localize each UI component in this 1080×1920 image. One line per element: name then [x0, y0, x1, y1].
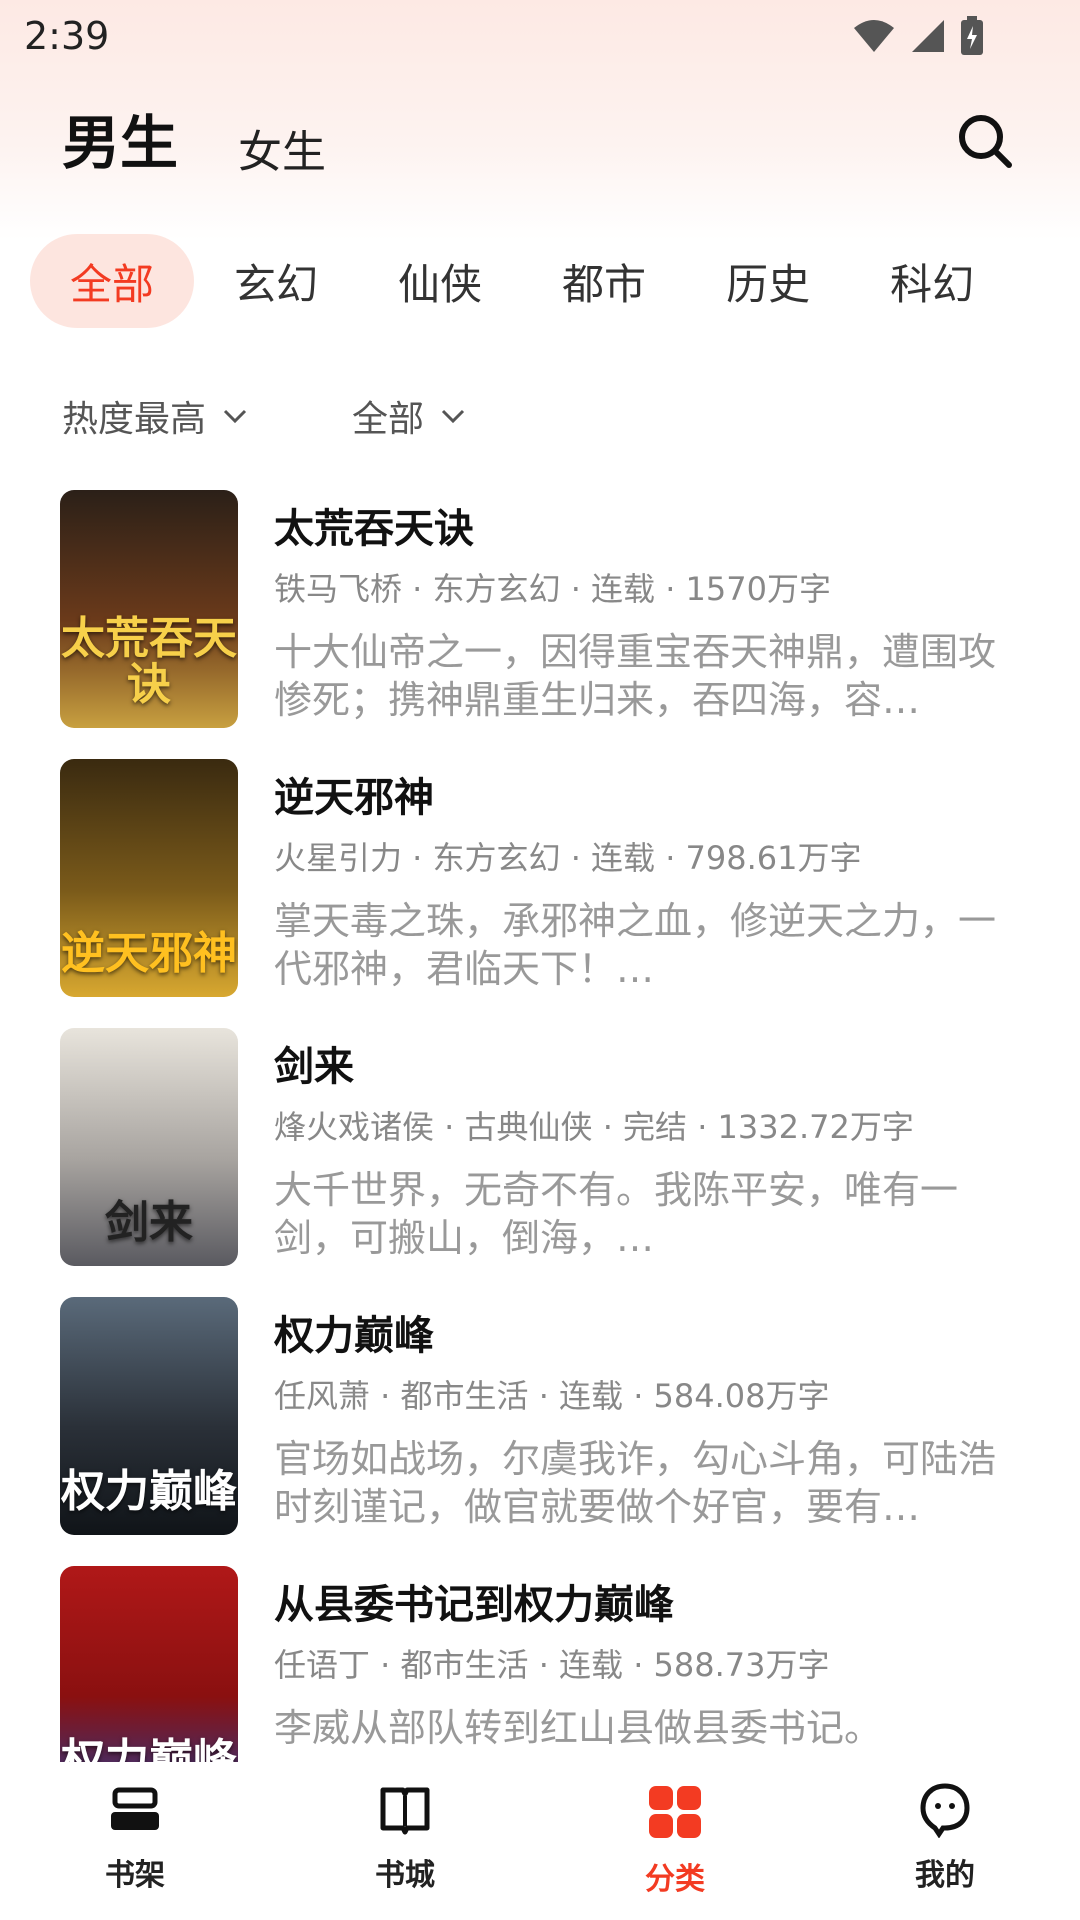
sort-filter-dropdown[interactable]: 热度最高 — [62, 390, 248, 442]
category-chip-label: 全部 — [70, 259, 155, 309]
book-cover-image[interactable]: 逆天邪神 — [60, 759, 238, 997]
book-list-item[interactable]: 权力巅峰 从县委书记到权力巅峰任语丁 · 都市生活 · 连载 · 588.73万字… — [60, 1566, 1020, 1762]
book-title[interactable]: 权力巅峰 — [274, 1303, 1020, 1359]
search-button[interactable] — [950, 106, 1020, 176]
category-chip-dushi[interactable]: 都市 — [522, 234, 686, 328]
status-time: 2:39 — [24, 14, 110, 58]
book-description: 李威从部队转到红山县做县委书记。 — [274, 1706, 883, 1750]
category-chip-more[interactable]: i — [1014, 234, 1080, 328]
category-chip-all[interactable]: 全部 — [30, 234, 195, 328]
nav-bookshelf[interactable]: 书架 — [0, 1762, 270, 1920]
tab-male[interactable]: 男生 — [62, 96, 179, 180]
category-chip-label: 都市 — [562, 259, 647, 309]
bookshelf-icon — [111, 1787, 159, 1830]
book-info: 权力巅峰任风萧 · 都市生活 · 连载 · 584.08万字官场如战场，尔虞我诈… — [274, 1297, 1020, 1535]
category-chip-label: 历史 — [726, 259, 811, 309]
status-filter-label: 全部 — [352, 399, 425, 440]
book-open-icon — [380, 1787, 430, 1835]
book-info: 逆天邪神火星引力 · 东方玄幻 · 连载 · 798.61万字掌天毒之珠，承邪神… — [274, 759, 1020, 997]
wifi-icon — [854, 20, 894, 52]
book-cover-image[interactable]: 权力巅峰 — [60, 1566, 238, 1762]
status-icons — [852, 16, 984, 56]
search-icon — [959, 115, 1012, 168]
book-cover-title-art: 权力巅峰 — [61, 1465, 237, 1517]
category-chips: 全部 玄幻 仙侠 都市 历史 科幻 i — [30, 234, 1080, 328]
tab-male-label: 男生 — [62, 109, 179, 177]
filter-bar: 热度最高 全部 — [62, 386, 466, 446]
book-cover-title-art: 权力巅峰 — [61, 1734, 237, 1762]
book-meta: 烽火戏诸侯 · 古典仙侠 · 完结 · 1332.72万字 — [274, 1108, 914, 1146]
book-cover-image[interactable]: 剑来 — [60, 1028, 238, 1266]
nav-category[interactable]: 分类 — [540, 1762, 810, 1920]
book-cover-title-art: 剑来 — [105, 1196, 193, 1248]
status-bar: 2:39 — [0, 0, 1080, 72]
chevron-down-icon — [223, 409, 247, 424]
book-description: 大千世界，无奇不有。我陈平安，唯有一剑，可搬山，倒海，… — [274, 1168, 959, 1260]
book-title[interactable]: 剑来 — [274, 1034, 1020, 1090]
book-cover-image[interactable]: 太荒吞天诀 — [60, 490, 238, 728]
bottom-navigation: 书架 书城 分类 我的 — [0, 1762, 1080, 1920]
book-cover-image[interactable]: 权力巅峰 — [60, 1297, 238, 1535]
nav-label: 书城 — [375, 1858, 435, 1893]
status-filter-dropdown[interactable]: 全部 — [352, 390, 466, 442]
category-chip-label: 玄幻 — [234, 259, 319, 309]
book-info: 剑来烽火戏诸侯 · 古典仙侠 · 完结 · 1332.72万字大千世界，无奇不有… — [274, 1028, 1020, 1266]
tab-female-label: 女生 — [238, 127, 327, 178]
book-meta: 火星引力 · 东方玄幻 · 连载 · 798.61万字 — [274, 839, 862, 877]
book-list: 太荒吞天诀 太荒吞天诀 铁马飞桥 · 东方玄幻 · 连载 · 1570万字 十大仙帝之… — [60, 490, 1020, 1762]
book-title[interactable]: 太荒吞天诀 — [274, 496, 1020, 552]
category-chip-label: 仙侠 — [398, 259, 483, 309]
sort-filter-label: 热度最高 — [62, 399, 207, 440]
book-info: 从县委书记到权力巅峰任语丁 · 都市生活 · 连载 · 588.73万字李威从部… — [274, 1566, 1020, 1762]
book-info: 太荒吞天诀铁马飞桥 · 东方玄幻 · 连载 · 1570万字十大仙帝之一，因得重… — [274, 490, 1020, 728]
book-description: 掌天毒之珠，承邪神之血，修逆天之力，一代邪神，君临天下！… — [274, 899, 997, 991]
book-description: 官场如战场，尔虞我诈，勾心斗角，可陆浩时刻谨记，做官就要做个好官，要有… — [274, 1437, 997, 1529]
nav-label: 我的 — [915, 1858, 975, 1893]
category-chip-xuanhuan[interactable]: 玄幻 — [194, 234, 358, 328]
book-cover-title-art: 太荒吞天诀 — [61, 612, 237, 710]
tab-female[interactable]: 女生 — [238, 116, 326, 180]
book-meta: 任语丁 · 都市生活 · 连载 · 588.73万字 — [274, 1646, 830, 1684]
book-list-item[interactable]: 权力巅峰 权力巅峰 任风萧 · 都市生活 · 连载 · 584.08万字 官场如战场，… — [60, 1297, 1020, 1535]
book-cover-title-art: 逆天邪神 — [61, 927, 237, 979]
book-title[interactable]: 逆天邪神 — [274, 765, 1020, 821]
book-title[interactable]: 从县委书记到权力巅峰 — [274, 1572, 1020, 1628]
nav-bookstore[interactable]: 书城 — [270, 1762, 540, 1920]
book-meta: 任风萧 · 都市生活 · 连载 · 584.08万字 — [274, 1377, 830, 1415]
nav-label: 分类 — [645, 1862, 705, 1897]
nav-profile[interactable]: 我的 — [810, 1762, 1080, 1920]
category-grid-icon — [649, 1786, 701, 1838]
book-meta: 铁马飞桥 · 东方玄幻 · 连载 · 1570万字 — [274, 570, 831, 608]
category-chip-xianxia[interactable]: 仙侠 — [358, 234, 522, 328]
book-list-item[interactable]: 逆天邪神 逆天邪神 火星引力 · 东方玄幻 · 连载 · 798.61万字 掌天毒之珠… — [60, 759, 1020, 997]
nav-label: 书架 — [105, 1858, 165, 1893]
chevron-down-icon — [441, 409, 465, 424]
book-list-item[interactable]: 太荒吞天诀 太荒吞天诀 铁马飞桥 · 东方玄幻 · 连载 · 1570万字 十大仙帝之… — [60, 490, 1020, 728]
category-chip-label: 科幻 — [890, 259, 975, 309]
book-description: 十大仙帝之一，因得重宝吞天神鼎，遭围攻惨死；携神鼎重生归来，吞四海，容… — [274, 630, 997, 722]
profile-icon — [920, 1783, 970, 1838]
battery-icon — [961, 16, 983, 55]
cellular-signal-icon — [912, 20, 944, 52]
gender-tabs: 男生 女生 — [62, 100, 326, 180]
category-chip-lishi[interactable]: 历史 — [686, 234, 850, 328]
book-list-item[interactable]: 剑来 剑来 烽火戏诸侯 · 古典仙侠 · 完结 · 1332.72万字 大千世界，无奇… — [60, 1028, 1020, 1266]
category-chip-kehuan[interactable]: 科幻 — [850, 234, 1014, 328]
